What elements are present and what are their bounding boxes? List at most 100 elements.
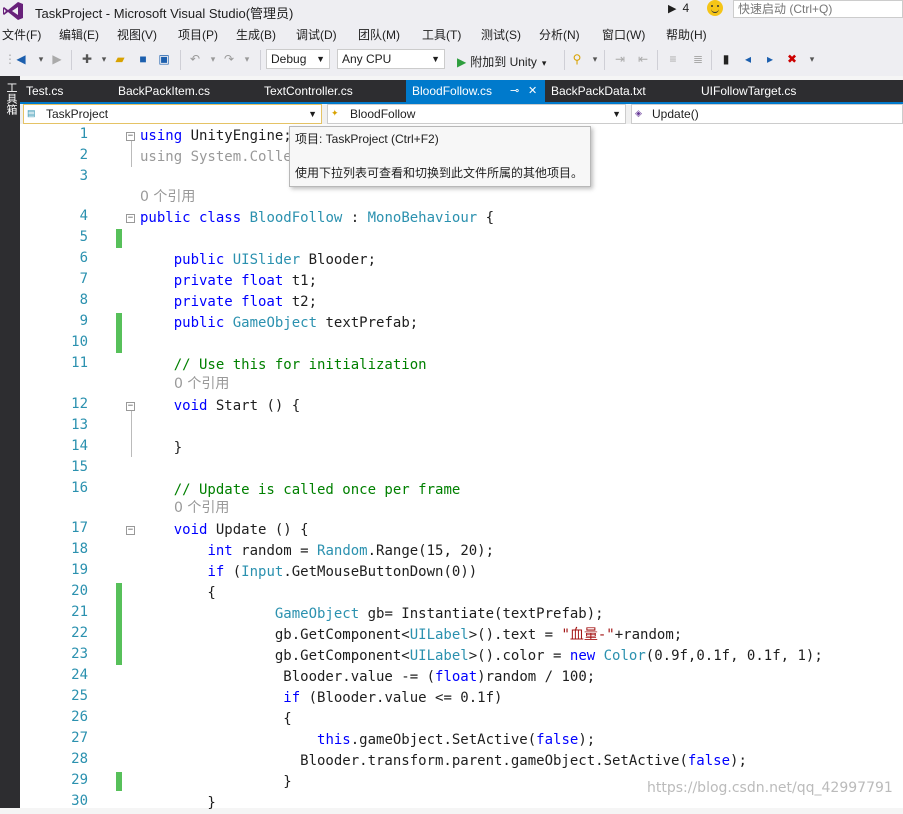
back-icon[interactable]: ◀ bbox=[14, 52, 28, 66]
menu-tools[interactable]: 工具(T) bbox=[422, 26, 461, 43]
toolbox-label[interactable]: 工具箱 bbox=[3, 82, 17, 115]
tab-backpackitem-cs[interactable]: BackPackItem.cs bbox=[112, 80, 258, 102]
tab-label: BackPackData.txt bbox=[551, 84, 646, 98]
solution-platform-value: Any CPU bbox=[342, 52, 392, 66]
solution-platform-dropdown[interactable]: Any CPU ▼ bbox=[337, 49, 445, 69]
line-number: 12 bbox=[71, 396, 88, 412]
solution-configuration-dropdown[interactable]: Debug ▼ bbox=[266, 49, 330, 69]
member-dropdown[interactable]: ◈ Update() bbox=[631, 104, 903, 124]
new-dropdown-icon[interactable]: ▾ bbox=[97, 52, 111, 66]
toolbar-overflow-icon[interactable]: ▾ bbox=[805, 52, 819, 66]
new-project-icon[interactable]: ✚ bbox=[80, 52, 94, 66]
redo-dropdown-icon[interactable]: ▾ bbox=[240, 52, 254, 66]
menu-window[interactable]: 窗口(W) bbox=[602, 26, 645, 43]
reference-count-label[interactable]: 0 个引用 bbox=[174, 499, 229, 517]
member-dropdown-value: Update() bbox=[652, 107, 699, 121]
pin-icon[interactable]: ⊸ bbox=[510, 80, 519, 102]
line-number: 2 bbox=[79, 147, 88, 163]
menu-team[interactable]: 团队(M) bbox=[358, 26, 400, 43]
line-number: 6 bbox=[79, 250, 88, 266]
code-line-16: // Update is called once per frame bbox=[173, 482, 461, 498]
menu-build[interactable]: 生成(B) bbox=[236, 26, 276, 43]
reference-count-label[interactable]: 0 个引用 bbox=[174, 375, 229, 393]
title-bar: TaskProject - Microsoft Visual Studio(管理… bbox=[0, 0, 903, 22]
collapse-toggle-icon[interactable]: − bbox=[126, 526, 135, 535]
save-icon[interactable]: ■ bbox=[136, 52, 150, 66]
redo-icon[interactable]: ↷ bbox=[222, 52, 236, 66]
reference-count-label[interactable]: 0 个引用 bbox=[140, 188, 195, 206]
code-line-22: gb.GetComponent<UILabel>().text = "血量-"+… bbox=[140, 627, 683, 643]
forward-icon[interactable]: ▶ bbox=[50, 52, 64, 66]
line-number: 14 bbox=[71, 438, 88, 454]
line-number: 10 bbox=[71, 334, 88, 350]
menu-help[interactable]: 帮助(H) bbox=[666, 26, 707, 43]
tab-textcontroller-cs[interactable]: TextController.cs bbox=[258, 80, 406, 102]
tab-test-cs[interactable]: Test.cs bbox=[20, 80, 110, 102]
clear-bookmarks-icon[interactable]: ✖ bbox=[785, 52, 799, 66]
collapse-toggle-icon[interactable]: − bbox=[126, 132, 135, 141]
step-over-icon[interactable]: ⇤ bbox=[636, 52, 650, 66]
line-number: 13 bbox=[71, 417, 88, 433]
outline-line bbox=[131, 141, 132, 167]
menu-view[interactable]: 视图(V) bbox=[117, 26, 157, 43]
tab-backpackdata-txt[interactable]: BackPackData.txt bbox=[545, 80, 687, 102]
collapse-toggle-icon[interactable]: − bbox=[126, 402, 135, 411]
chevron-down-icon: ▼ bbox=[308, 109, 317, 119]
line-number: 9 bbox=[79, 313, 88, 329]
line-number: 8 bbox=[79, 292, 88, 308]
attach-to-unity-button[interactable]: ▶ 附加到 Unity ▾ bbox=[457, 53, 546, 70]
code-line-14: } bbox=[140, 440, 183, 456]
line-number: 29 bbox=[71, 772, 88, 788]
undo-icon[interactable]: ↶ bbox=[188, 52, 202, 66]
tab-bloodfollow-cs[interactable]: BloodFollow.cs ⊸ ✕ bbox=[406, 80, 545, 102]
code-line-6: public UISlider Blooder; bbox=[173, 252, 377, 268]
code-line-25: if (Blooder.value <= 0.1f) bbox=[283, 690, 503, 706]
close-icon[interactable]: ✕ bbox=[528, 80, 537, 102]
collapse-toggle-icon[interactable]: − bbox=[126, 214, 135, 223]
class-dropdown-value: BloodFollow bbox=[350, 107, 416, 121]
comment-out-icon[interactable]: ≡ bbox=[666, 52, 680, 66]
change-marker bbox=[116, 583, 122, 665]
quick-launch-input[interactable]: 快速启动 (Ctrl+Q) bbox=[733, 0, 903, 18]
project-dropdown[interactable]: ▤ TaskProject ▼ bbox=[23, 104, 322, 124]
project-dropdown-value: TaskProject bbox=[46, 107, 109, 121]
outline-line bbox=[131, 411, 132, 457]
previous-bookmark-icon[interactable]: ◂ bbox=[741, 52, 755, 66]
menu-project[interactable]: 项目(P) bbox=[178, 26, 218, 43]
toolbar-separator bbox=[71, 50, 72, 70]
toolbox-strip[interactable]: 工具箱 bbox=[0, 76, 20, 808]
change-marker bbox=[116, 772, 122, 791]
uncomment-icon[interactable]: ≣ bbox=[691, 52, 705, 66]
find-in-files-icon[interactable]: ⚲ bbox=[570, 52, 584, 66]
menu-debug[interactable]: 调试(D) bbox=[296, 26, 337, 43]
tooltip-title: 项目: TaskProject (Ctrl+F2) bbox=[295, 132, 439, 146]
bookmark-icon[interactable]: ▮ bbox=[719, 52, 733, 66]
line-number: 15 bbox=[71, 459, 88, 475]
notifications-button[interactable]: ▶ 4 bbox=[668, 1, 689, 15]
back-dropdown-icon[interactable]: ▾ bbox=[34, 52, 48, 66]
attach-to-unity-label: 附加到 Unity bbox=[470, 55, 537, 69]
line-number: 11 bbox=[71, 355, 88, 371]
menu-test[interactable]: 测试(S) bbox=[481, 26, 521, 43]
menu-file[interactable]: 文件(F) bbox=[2, 26, 41, 43]
find-dropdown-icon[interactable]: ▾ bbox=[588, 52, 602, 66]
class-dropdown[interactable]: ✦ BloodFollow ▼ bbox=[327, 104, 626, 124]
code-line-28: Blooder.transform.parent.gameObject.SetA… bbox=[140, 753, 747, 769]
code-line-11: // Use this for initialization bbox=[173, 357, 427, 373]
line-number: 27 bbox=[71, 730, 88, 746]
menu-analyze[interactable]: 分析(N) bbox=[539, 26, 580, 43]
line-number: 28 bbox=[71, 751, 88, 767]
save-all-icon[interactable]: ▣ bbox=[157, 52, 171, 66]
play-icon: ▶ bbox=[457, 55, 467, 69]
open-file-icon[interactable]: ▰ bbox=[113, 52, 127, 66]
feedback-smiley-icon[interactable] bbox=[707, 0, 723, 16]
line-number: 19 bbox=[71, 562, 88, 578]
next-bookmark-icon[interactable]: ▸ bbox=[763, 52, 777, 66]
watermark: https://blog.csdn.net/qq_42997791 bbox=[647, 780, 893, 796]
undo-dropdown-icon[interactable]: ▾ bbox=[206, 52, 220, 66]
step-into-icon[interactable]: ⇥ bbox=[613, 52, 627, 66]
tab-uifollowtarget-cs[interactable]: UIFollowTarget.cs bbox=[693, 80, 851, 102]
menu-edit[interactable]: 编辑(E) bbox=[59, 26, 99, 43]
code-editor[interactable]: 1 2 3 4 5 6 7 8 9 10 11 12 13 14 15 16 1… bbox=[20, 124, 903, 811]
chevron-down-icon: ▼ bbox=[316, 54, 325, 64]
